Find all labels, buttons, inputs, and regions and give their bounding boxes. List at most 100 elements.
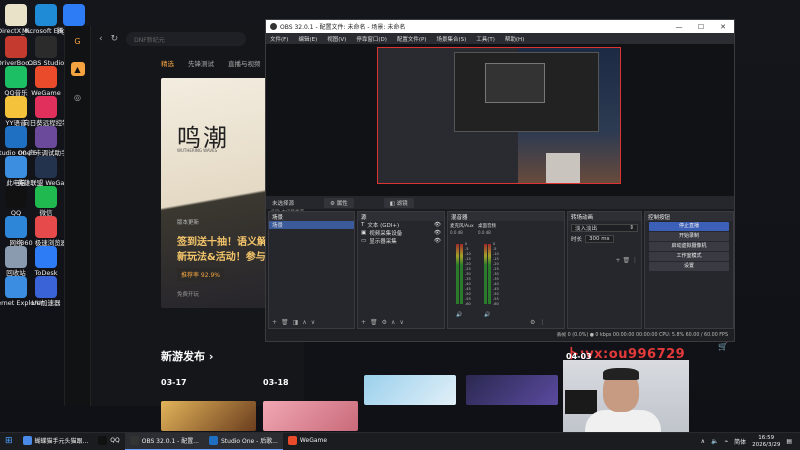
- menu-profile[interactable]: 配置文件(P): [397, 35, 427, 43]
- mute-speaker-icon[interactable]: 🔊: [456, 312, 462, 318]
- version-tag: 版本更新: [177, 220, 200, 226]
- settings-icon[interactable]: ⚙: [382, 319, 387, 326]
- taskbar-app[interactable]: WeGame: [283, 433, 332, 450]
- app-icon: [35, 156, 57, 178]
- network-icon[interactable]: ⌁: [724, 438, 728, 445]
- visibility-eye-icon[interactable]: 👁: [434, 222, 441, 228]
- db-tick-label: -60: [493, 302, 499, 306]
- close-icon[interactable]: ✕: [712, 23, 734, 31]
- no-source-label: 未选择源: [272, 200, 295, 207]
- source-item[interactable]: ▣ 视频采集设备 👁: [358, 229, 444, 237]
- transition-select[interactable]: 淡入淡出 ⇕: [571, 224, 638, 232]
- transition-duration-row: 时长 300 ms: [568, 235, 641, 243]
- audio-mixer-dock: 混音器 麦克风/Aux 桌面音频 0.0 dB 0.0 dB 0 -5 -10 -15…: [447, 211, 565, 329]
- menu-edit[interactable]: 编辑(E): [298, 35, 317, 43]
- launcher-search-input[interactable]: DNF新纪元: [126, 32, 247, 46]
- taskbar-app-icon: [22, 436, 32, 445]
- back-arrow-icon[interactable]: ‹: [99, 34, 103, 44]
- input-language[interactable]: 简体: [734, 437, 746, 446]
- remove-icon[interactable]: 🗑: [622, 257, 630, 264]
- menu-view[interactable]: 视图(V): [327, 35, 346, 43]
- taskbar-app[interactable]: OBS 32.0.1 - 配置...: [124, 432, 204, 450]
- minimize-icon[interactable]: —: [668, 23, 690, 31]
- duration-input[interactable]: 300 ms: [585, 235, 614, 243]
- tab-live-video[interactable]: 直播与视频: [228, 58, 261, 68]
- source-toolbar: 未选择源 ⚙ 属性 ◧ 滤镜: [266, 196, 734, 209]
- notification-icon[interactable]: ▤: [786, 438, 792, 445]
- webcam-bg-monitor: [565, 390, 597, 414]
- game-thumbnail[interactable]: [364, 375, 456, 405]
- menu-tools[interactable]: 工具(T): [476, 35, 495, 43]
- move-up-icon[interactable]: ∧: [302, 319, 306, 326]
- mute-speaker-icon[interactable]: 🔊: [484, 312, 490, 318]
- system-tray: ∧ 🔈 ⌁ 简体 16:59 2026/3/29 ▤: [701, 435, 800, 449]
- add-icon[interactable]: +: [361, 319, 366, 326]
- banner-headline-2: 新玩法&活动！参与: [177, 252, 266, 263]
- move-up-icon[interactable]: ∧: [391, 319, 395, 326]
- preview-webcam: [546, 153, 580, 183]
- source-item[interactable]: ▭ 显示器采集 👁: [358, 237, 444, 245]
- chevron-updown-icon: ⇕: [629, 225, 634, 231]
- preview-canvas[interactable]: [377, 47, 621, 184]
- obs-preview-area[interactable]: 30% 未选择来源: [266, 44, 734, 216]
- game-thumbnail[interactable]: [263, 401, 358, 431]
- add-icon[interactable]: +: [272, 319, 277, 326]
- game-thumbnail[interactable]: [466, 375, 558, 405]
- cart-icon[interactable]: 🛒: [718, 342, 728, 351]
- scenes-dock: 场景 场景 + 🗑 ◨ ∧ ∨: [268, 211, 355, 329]
- mixer-menu-icon[interactable]: ⋮: [539, 319, 545, 326]
- speaker-icon[interactable]: 🔈: [711, 438, 718, 445]
- menu-icon[interactable]: ⋮: [632, 257, 638, 264]
- remove-icon[interactable]: 🗑: [281, 319, 289, 326]
- menu-scene-collection[interactable]: 场景集合(S): [436, 35, 466, 43]
- start-recording-button[interactable]: 开始录制: [649, 232, 729, 241]
- obs-menubar: 文件(F) 编辑(E) 视图(V) 停靠窗口(D) 配置文件(P) 场景集合(S…: [266, 33, 734, 44]
- filter-icon[interactable]: ◨: [293, 319, 299, 326]
- tab-featured[interactable]: 精选: [161, 58, 174, 68]
- menu-help[interactable]: 帮助(H): [505, 35, 524, 43]
- settings-button[interactable]: 设置: [649, 262, 729, 271]
- virtual-camera-button[interactable]: 启动虚拟摄像机: [649, 242, 729, 251]
- scene-item[interactable]: 场景: [269, 221, 354, 229]
- mixer-settings-icon[interactable]: ⚙: [530, 319, 535, 326]
- game-thumbnail[interactable]: [161, 401, 256, 431]
- clock[interactable]: 16:59 2026/3/29: [752, 435, 780, 449]
- studio-mode-button[interactable]: 工作室模式: [649, 252, 729, 261]
- visibility-eye-icon[interactable]: 👁: [434, 230, 441, 236]
- launcher-store-icon[interactable]: ◎: [71, 90, 85, 104]
- app-icon: [35, 216, 57, 238]
- source-item[interactable]: T 文本 (GDI+) 👁: [358, 221, 444, 229]
- obs-statusbar: 丢帧 0 (0.0%) ● 0 kbps 00:00:00 00:00:00 C…: [266, 331, 734, 341]
- stop-streaming-button[interactable]: 停止直播: [649, 222, 729, 231]
- clock-date: 2026/3/29: [752, 441, 781, 448]
- filters-button[interactable]: ◧ 滤镜: [383, 197, 414, 208]
- tab-pioneer-test[interactable]: 先锋测试: [188, 58, 214, 68]
- launcher-home-icon[interactable]: ▲: [70, 62, 85, 76]
- launcher-logo-icon[interactable]: G: [71, 34, 85, 48]
- free-play-label: 免费开玩: [177, 292, 200, 298]
- taskbar-app-label: OBS 32.0.1 - 配置...: [141, 438, 199, 445]
- taskbar-app[interactable]: QQ: [93, 433, 124, 450]
- taskbar-app[interactable]: 蝴蝶猫手元头猫跟...: [18, 433, 94, 450]
- remove-icon[interactable]: 🗑: [370, 319, 378, 326]
- tray-chevron-icon[interactable]: ∧: [701, 438, 705, 445]
- new-games-section-title[interactable]: 新游发布 ›: [161, 348, 213, 364]
- taskbar-app-label: 蝴蝶猫手元头猫跟...: [34, 438, 89, 445]
- taskbar-app-icon: [129, 436, 139, 445]
- move-down-icon[interactable]: ∨: [311, 319, 315, 326]
- taskbar-app[interactable]: Studio One - 后歌...: [203, 432, 283, 450]
- menu-file[interactable]: 文件(F): [270, 35, 288, 43]
- move-down-icon[interactable]: ∨: [399, 319, 403, 326]
- refresh-icon[interactable]: ↻: [111, 34, 119, 44]
- taskbar-app-icon: [208, 436, 218, 445]
- visibility-eye-icon[interactable]: 👁: [434, 238, 441, 244]
- volume-meter: [488, 244, 491, 304]
- menu-docks[interactable]: 停靠窗口(D): [356, 35, 387, 43]
- add-icon[interactable]: +: [616, 257, 621, 264]
- display-source-icon: ▭: [361, 238, 367, 244]
- start-button[interactable]: ⊞: [0, 433, 18, 450]
- mixer-channel-db: 0.0 dB: [450, 230, 463, 235]
- transitions-dock-title: 转场动画: [568, 212, 641, 221]
- properties-button[interactable]: ⚙ 属性: [324, 197, 354, 208]
- maximize-icon[interactable]: ☐: [690, 23, 712, 31]
